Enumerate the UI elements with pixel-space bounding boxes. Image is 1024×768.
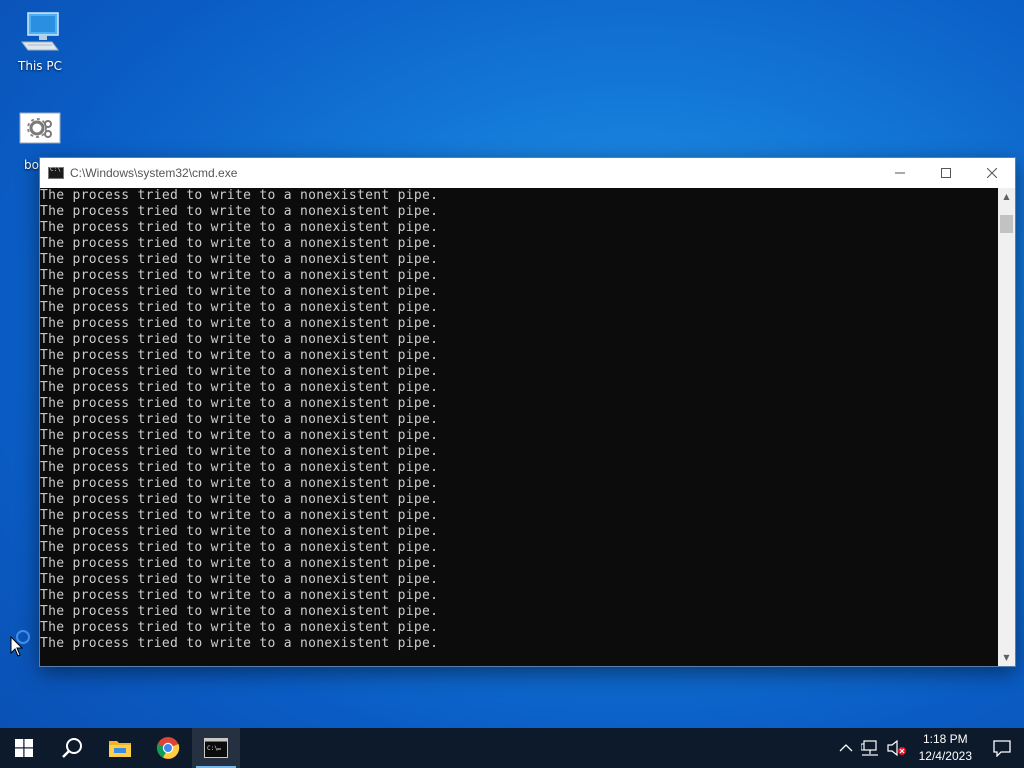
network-icon	[860, 740, 878, 756]
console-line: The process tried to write to a nonexist…	[40, 556, 439, 571]
mouse-cursor-icon	[10, 635, 24, 662]
taskbar-chrome[interactable]	[144, 728, 192, 768]
volume-button[interactable]	[883, 728, 911, 768]
console-line: The process tried to write to a nonexist…	[40, 300, 439, 315]
scrollbar-thumb[interactable]	[1000, 215, 1013, 233]
computer-icon	[2, 10, 78, 57]
console-line: The process tried to write to a nonexist…	[40, 444, 439, 459]
console-line: The process tried to write to a nonexist…	[40, 572, 439, 587]
console-line: The process tried to write to a nonexist…	[40, 252, 439, 267]
console-line: The process tried to write to a nonexist…	[40, 428, 439, 443]
start-button[interactable]	[0, 728, 48, 768]
console-line: The process tried to write to a nonexist…	[40, 524, 439, 539]
console-line: The process tried to write to a nonexist…	[40, 636, 439, 651]
console-line: The process tried to write to a nonexist…	[40, 204, 439, 219]
minimize-icon	[895, 172, 905, 174]
scroll-up-icon[interactable]: ▲	[998, 188, 1015, 205]
window-title: C:\Windows\system32\cmd.exe	[70, 166, 238, 180]
taskbar-cmd[interactable]: C:\	[192, 728, 240, 768]
network-button[interactable]	[857, 728, 883, 768]
console-line: The process tried to write to a nonexist…	[40, 508, 439, 523]
console-line: The process tried to write to a nonexist…	[40, 268, 439, 283]
desktop-icon-label: This PC	[18, 59, 62, 73]
windows-start-icon	[15, 739, 33, 757]
scroll-down-icon[interactable]: ▼	[998, 649, 1015, 666]
svg-text:C:\: C:\	[207, 745, 218, 752]
close-icon	[987, 168, 997, 178]
volume-muted-icon	[887, 740, 906, 756]
action-center-button[interactable]	[980, 728, 1024, 768]
console-line: The process tried to write to a nonexist…	[40, 332, 439, 347]
console-line: The process tried to write to a nonexist…	[40, 540, 439, 555]
system-tray: 1:18 PM 12/4/2023	[835, 728, 1024, 768]
cmd-window[interactable]: C:\Windows\system32\cmd.exe The process …	[39, 157, 1016, 667]
minimize-button[interactable]	[877, 158, 923, 188]
settings-gear-icon	[2, 112, 78, 147]
console-line: The process tried to write to a nonexist…	[40, 492, 439, 507]
show-hidden-icons-button[interactable]	[835, 728, 857, 768]
search-icon	[62, 738, 82, 758]
taskbar-file-explorer[interactable]	[96, 728, 144, 768]
maximize-icon	[941, 168, 951, 178]
console-line: The process tried to write to a nonexist…	[40, 620, 439, 635]
console-line: The process tried to write to a nonexist…	[40, 316, 439, 331]
console-line: The process tried to write to a nonexist…	[40, 220, 439, 235]
window-titlebar[interactable]: C:\Windows\system32\cmd.exe	[40, 158, 1015, 188]
taskbar-clock[interactable]: 1:18 PM 12/4/2023	[911, 731, 980, 765]
clock-time: 1:18 PM	[922, 732, 968, 746]
cmd-icon: C:\	[204, 738, 228, 758]
console-output[interactable]: The process tried to write to a nonexist…	[40, 188, 1000, 666]
maximize-button[interactable]	[923, 158, 969, 188]
console-line: The process tried to write to a nonexist…	[40, 348, 439, 363]
console-line: The process tried to write to a nonexist…	[40, 236, 439, 251]
chevron-up-icon	[839, 744, 853, 752]
file-explorer-icon	[109, 741, 131, 757]
console-line: The process tried to write to a nonexist…	[40, 460, 439, 475]
chrome-icon	[156, 737, 180, 759]
desktop-icon-bo[interactable]	[2, 112, 78, 149]
console-line: The process tried to write to a nonexist…	[40, 364, 439, 379]
cmd-app-icon	[48, 166, 64, 179]
console-line: The process tried to write to a nonexist…	[40, 284, 439, 299]
desktop-icon-this-pc[interactable]: This PC	[2, 10, 78, 73]
console-line: The process tried to write to a nonexist…	[40, 188, 439, 203]
console-line: The process tried to write to a nonexist…	[40, 396, 439, 411]
console-line: The process tried to write to a nonexist…	[40, 412, 439, 427]
clock-date: 12/4/2023	[918, 749, 972, 763]
search-button[interactable]	[48, 728, 96, 768]
notification-icon	[993, 740, 1011, 757]
vertical-scrollbar[interactable]: ▲ ▼	[998, 188, 1015, 666]
taskbar: C:\ 1:18 PM 12/4/2023	[0, 728, 1024, 768]
close-button[interactable]	[969, 158, 1015, 188]
console-line: The process tried to write to a nonexist…	[40, 476, 439, 491]
console-line: The process tried to write to a nonexist…	[40, 604, 439, 619]
desktop-icon-label: bo	[24, 158, 39, 172]
console-line: The process tried to write to a nonexist…	[40, 380, 439, 395]
console-line: The process tried to write to a nonexist…	[40, 588, 439, 603]
